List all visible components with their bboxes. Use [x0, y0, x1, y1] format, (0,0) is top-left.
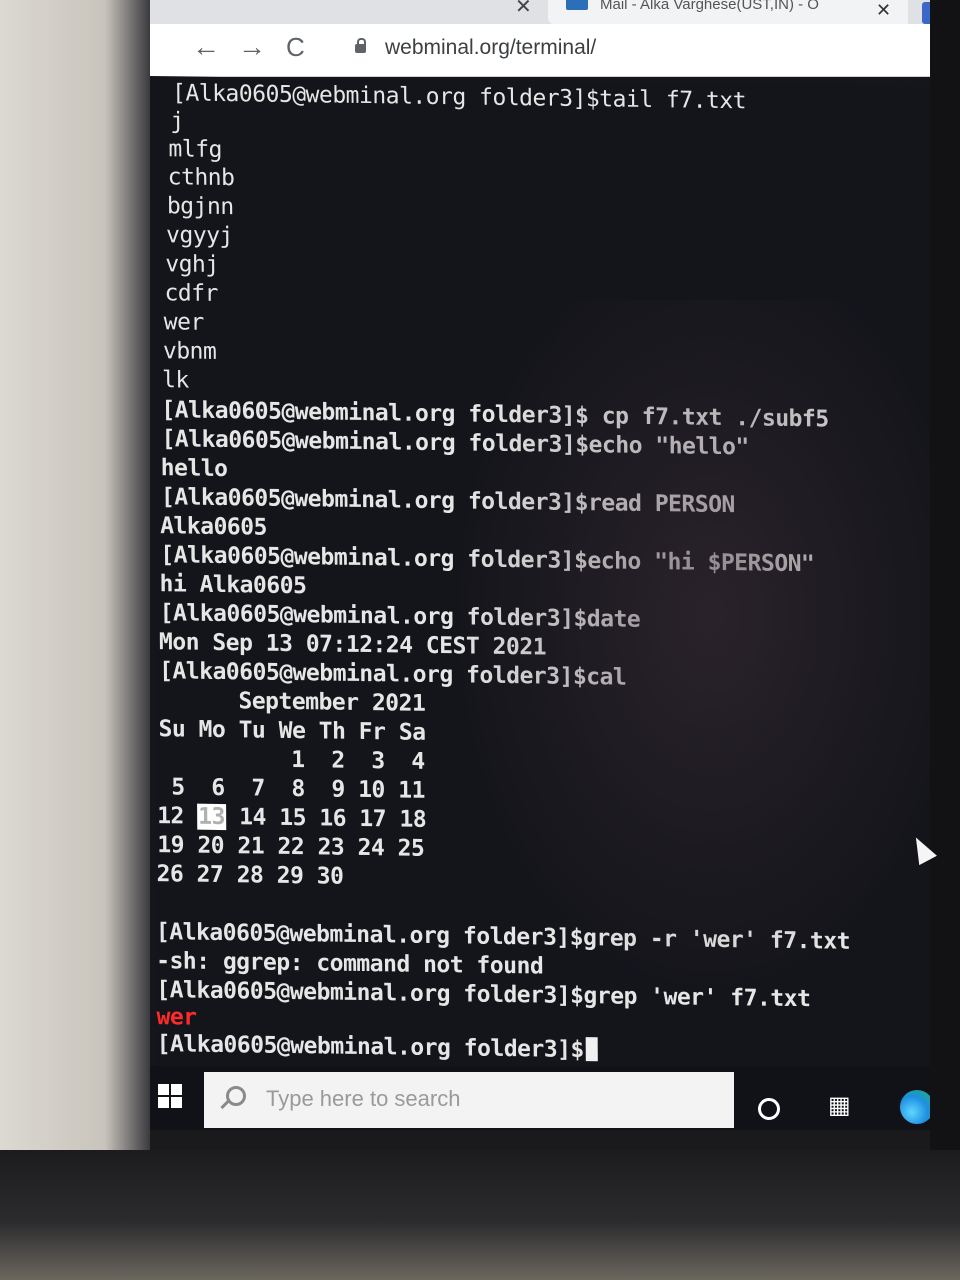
tab-mail[interactable]: Mail - Alka Varghese(UST,IN) - O ✕ [548, 0, 908, 24]
cortana-icon[interactable] [758, 1098, 780, 1120]
calendar-row: 12 13 14 15 16 17 18 [157, 803, 426, 833]
calendar-today: 13 [197, 803, 227, 831]
tab-close-icon[interactable]: ✕ [876, 0, 891, 21]
terminal-line: [Alka0605@webminal.org folder3]$echo "he… [161, 426, 749, 461]
terminal-line: lk [162, 367, 189, 394]
terminal-line: cthnb [167, 164, 235, 192]
calendar-row: 1 2 3 4 [157, 745, 425, 775]
terminal-error-line: -sh: ggrep: command not found [156, 948, 544, 980]
calendar-cell: 12 [157, 803, 198, 830]
prev-tab-close-icon[interactable]: ✕ [515, 0, 532, 19]
search-icon [226, 1086, 246, 1106]
calendar-row: 26 27 28 29 30 [156, 861, 344, 890]
laptop-right-bezel [930, 0, 960, 1150]
search-placeholder: Type here to search [266, 1086, 461, 1111]
url-field[interactable]: webminal.org/terminal/ [385, 36, 596, 60]
terminal-prompt[interactable]: [Alka0605@webminal.org folder3]$ [157, 1031, 598, 1063]
terminal-line: [Alka0605@webminal.org folder3]$cal [159, 658, 627, 691]
terminal-line: mlfg [168, 136, 222, 164]
terminal-line: hello [160, 455, 228, 483]
lock-icon[interactable] [355, 38, 366, 53]
terminal-line: [Alka0605@webminal.org folder3]$grep 'we… [156, 977, 811, 1013]
calendar-cell: 14 15 16 17 18 [225, 804, 427, 833]
terminal-line: Alka0605 [160, 513, 268, 541]
windows-start-icon[interactable] [158, 1084, 182, 1108]
laptop-bottom-bezel [0, 1150, 960, 1280]
back-button[interactable]: ← [192, 32, 220, 62]
calendar-title: September 2021 [158, 687, 426, 717]
screen: ✕ Mail - Alka Varghese(UST,IN) - O ✕ ← →… [150, 0, 930, 1130]
terminal-line: wer [163, 309, 204, 336]
tab-title: Mail - Alka Varghese(UST,IN) - O [600, 0, 819, 13]
terminal-line: cdfr [164, 280, 218, 307]
calendar-weekdays: Su Mo Tu We Th Fr Sa [158, 716, 426, 746]
terminal-line: [Alka0605@webminal.org folder3]$date [159, 600, 641, 633]
address-bar: ← → C webminal.org/terminal/ [150, 24, 930, 77]
edge-icon[interactable] [900, 1090, 930, 1124]
taskbar-search-box[interactable]: Type here to search [204, 1072, 734, 1128]
terminal-line: Mon Sep 13 07:12:24 CEST 2021 [158, 629, 547, 661]
reload-button[interactable]: C [286, 32, 305, 62]
task-view-icon[interactable]: ▦ [828, 1094, 851, 1120]
terminal-line: j [170, 108, 184, 135]
prompt-text: [Alka0605@webminal.org folder3]$ [156, 1031, 584, 1064]
background-desk [0, 0, 150, 1280]
tab-strip: ✕ Mail - Alka Varghese(UST,IN) - O ✕ [150, 0, 930, 24]
text-cursor [585, 1037, 598, 1062]
terminal-line: [Alka0605@webminal.org folder3]$tail f7.… [172, 80, 747, 115]
forward-button[interactable]: → [238, 32, 266, 62]
terminal-line: bgjnn [166, 193, 234, 221]
calendar-row: 19 20 21 22 23 24 25 [157, 832, 425, 862]
grep-match: wer [156, 1004, 197, 1031]
terminal[interactable]: [Alka0605@webminal.org folder3]$tail f7.… [150, 76, 930, 1078]
terminal-line: vbnm [162, 338, 217, 365]
profile-icon[interactable] [922, 2, 930, 24]
taskbar: Type here to search ▦ [150, 1066, 930, 1130]
terminal-line: vghj [165, 251, 219, 278]
terminal-line: vgyyj [166, 222, 233, 250]
calendar-row: 5 6 7 8 9 10 11 [157, 774, 426, 804]
terminal-line: [Alka0605@webminal.org folder3]$read PER… [160, 484, 735, 519]
outlook-icon [566, 0, 588, 10]
terminal-line: hi Alka0605 [159, 571, 307, 600]
